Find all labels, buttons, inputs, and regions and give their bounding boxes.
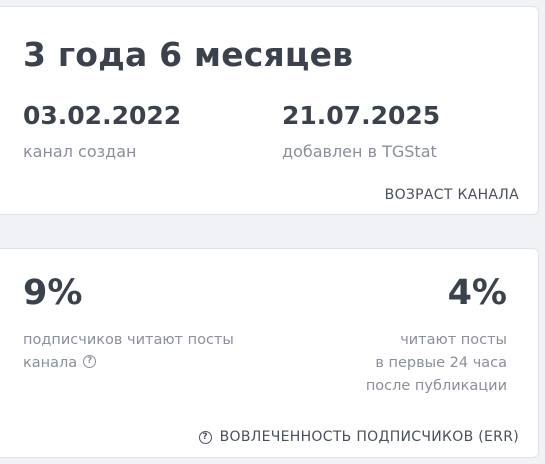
help-icon[interactable]: ? <box>83 354 97 368</box>
engagement-err-card: 9% подписчиков читают посты канала? 4% ч… <box>0 248 539 458</box>
added-label: добавлен в TGStat <box>282 142 437 161</box>
err-right-caption: читают посты в первые 24 часа после публ… <box>366 329 507 398</box>
channel-age-title: 3 года 6 месяцев <box>23 35 354 74</box>
help-icon[interactable]: ? <box>198 430 212 444</box>
err-footer: ? ВОВЛЕЧЕННОСТЬ ПОДПИСЧИКОВ (ERR) <box>198 429 519 445</box>
added-date: 21.07.2025 <box>282 101 441 130</box>
err-right-caption-line1: читают посты <box>400 332 507 348</box>
err-left-value: 9% <box>23 273 83 313</box>
created-label: канал создан <box>23 142 137 161</box>
err-left-caption: подписчиков читают посты канала? <box>23 329 234 375</box>
err-left-caption-line1: подписчиков читают посты <box>23 332 234 348</box>
err-right-value: 4% <box>447 273 507 313</box>
err-right-caption-line3: после публикации <box>365 378 507 394</box>
err-footer-label: ВОВЛЕЧЕННОСТЬ ПОДПИСЧИКОВ (ERR) <box>219 429 519 445</box>
channel-age-card: 3 года 6 месяцев 03.02.2022 канал создан… <box>0 6 539 215</box>
err-left-caption-line2: канала <box>23 355 78 371</box>
err-right-caption-line2: в первые 24 часа <box>375 355 507 371</box>
created-date: 03.02.2022 <box>23 101 182 130</box>
channel-age-footer: ВОЗРАСТ КАНАЛА <box>384 187 519 203</box>
